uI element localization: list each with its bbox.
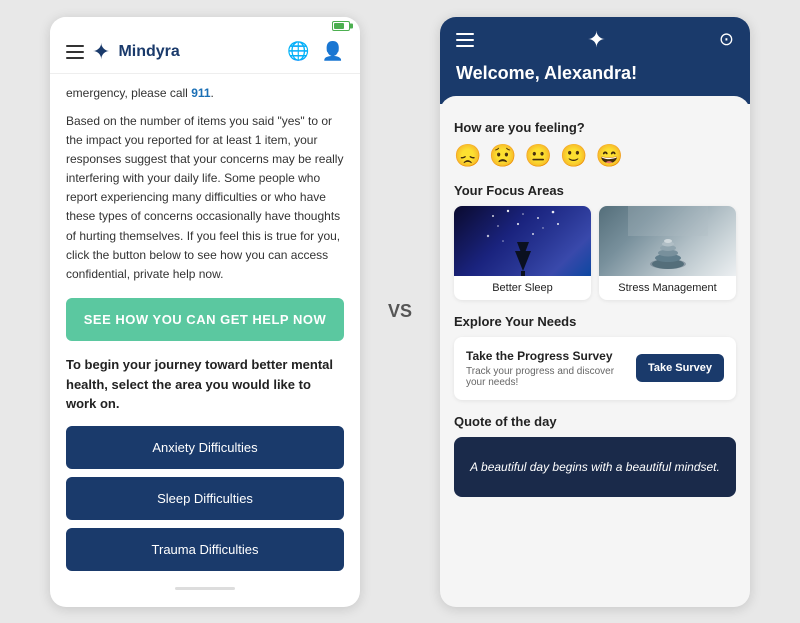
mood-neutral[interactable]: 😐 (525, 143, 552, 169)
user-icon[interactable]: 👤 (322, 41, 344, 62)
globe-icon[interactable]: 🌐 (287, 41, 309, 62)
mood-happy[interactable]: 🙂 (560, 143, 587, 169)
right-user-icon[interactable]: ⊙ (719, 29, 734, 50)
left-phone: ✦ Mindyra 🌐 👤 emergency, please call 911… (50, 17, 360, 607)
quote-label: Quote of the day (454, 414, 736, 429)
header-curve (440, 96, 750, 112)
stars-overlay (454, 206, 591, 276)
menu-icon[interactable] (66, 45, 84, 59)
scroll-indicator (175, 587, 235, 590)
focus-card-sleep[interactable]: Better Sleep (454, 206, 591, 300)
quote-text: A beautiful day begins with a beautiful … (470, 458, 720, 476)
stones-overlay (599, 206, 736, 276)
brand-name: Mindyra (118, 43, 287, 61)
right-logo-star-icon: ✦ (587, 27, 605, 53)
right-content: How are you feeling? 😞 😟 😐 🙂 😄 Your Focu… (440, 112, 750, 607)
trauma-difficulties-button[interactable]: Trauma Difficulties (66, 528, 344, 571)
right-header-top: ✦ ⊙ (456, 27, 734, 53)
emergency-text: emergency, please call 911. (66, 86, 344, 100)
feeling-label: How are you feeling? (454, 120, 736, 135)
focus-areas-row: Better Sleep (454, 206, 736, 300)
get-help-button[interactable]: SEE HOW YOU CAN GET HELP NOW (66, 298, 344, 341)
mood-row: 😞 😟 😐 🙂 😄 (454, 143, 736, 169)
emergency-link[interactable]: 911 (191, 86, 210, 100)
quote-card: A beautiful day begins with a beautiful … (454, 437, 736, 497)
logo-star-icon: ✦ (92, 39, 110, 65)
right-header: ✦ ⊙ Welcome, Alexandra! (440, 17, 750, 104)
stress-label: Stress Management (599, 276, 736, 300)
mood-sad[interactable]: 😟 (489, 143, 516, 169)
left-header: ✦ Mindyra 🌐 👤 (50, 33, 360, 74)
explore-label: Explore Your Needs (454, 314, 736, 329)
left-content: emergency, please call 911. Based on the… (50, 74, 360, 607)
right-menu-icon[interactable] (456, 33, 474, 47)
journey-text: To begin your journey toward better ment… (66, 355, 344, 414)
explore-title: Take the Progress Survey (466, 349, 626, 363)
sleep-difficulties-button[interactable]: Sleep Difficulties (66, 477, 344, 520)
vs-label: VS (370, 301, 430, 322)
mood-very-happy[interactable]: 😄 (596, 143, 623, 169)
welcome-text: Welcome, Alexandra! (456, 63, 734, 84)
explore-text-block: Take the Progress Survey Track your prog… (466, 349, 626, 388)
battery-icon (332, 21, 350, 31)
focus-areas-label: Your Focus Areas (454, 183, 736, 198)
focus-card-stress[interactable]: Stress Management (599, 206, 736, 300)
explore-card: Take the Progress Survey Track your prog… (454, 337, 736, 400)
mood-very-sad[interactable]: 😞 (454, 143, 481, 169)
description-text: Based on the number of items you said "y… (66, 112, 344, 285)
anxiety-difficulties-button[interactable]: Anxiety Difficulties (66, 426, 344, 469)
header-icons: 🌐 👤 (287, 41, 344, 62)
status-bar (50, 17, 360, 33)
right-phone: ✦ ⊙ Welcome, Alexandra! How are you feel… (440, 17, 750, 607)
main-container: ✦ Mindyra 🌐 👤 emergency, please call 911… (0, 0, 800, 623)
sleep-label: Better Sleep (454, 276, 591, 300)
take-survey-button[interactable]: Take Survey (636, 354, 724, 382)
sleep-image (454, 206, 591, 276)
explore-subtitle: Track your progress and discover your ne… (466, 366, 626, 388)
stress-image (599, 206, 736, 276)
